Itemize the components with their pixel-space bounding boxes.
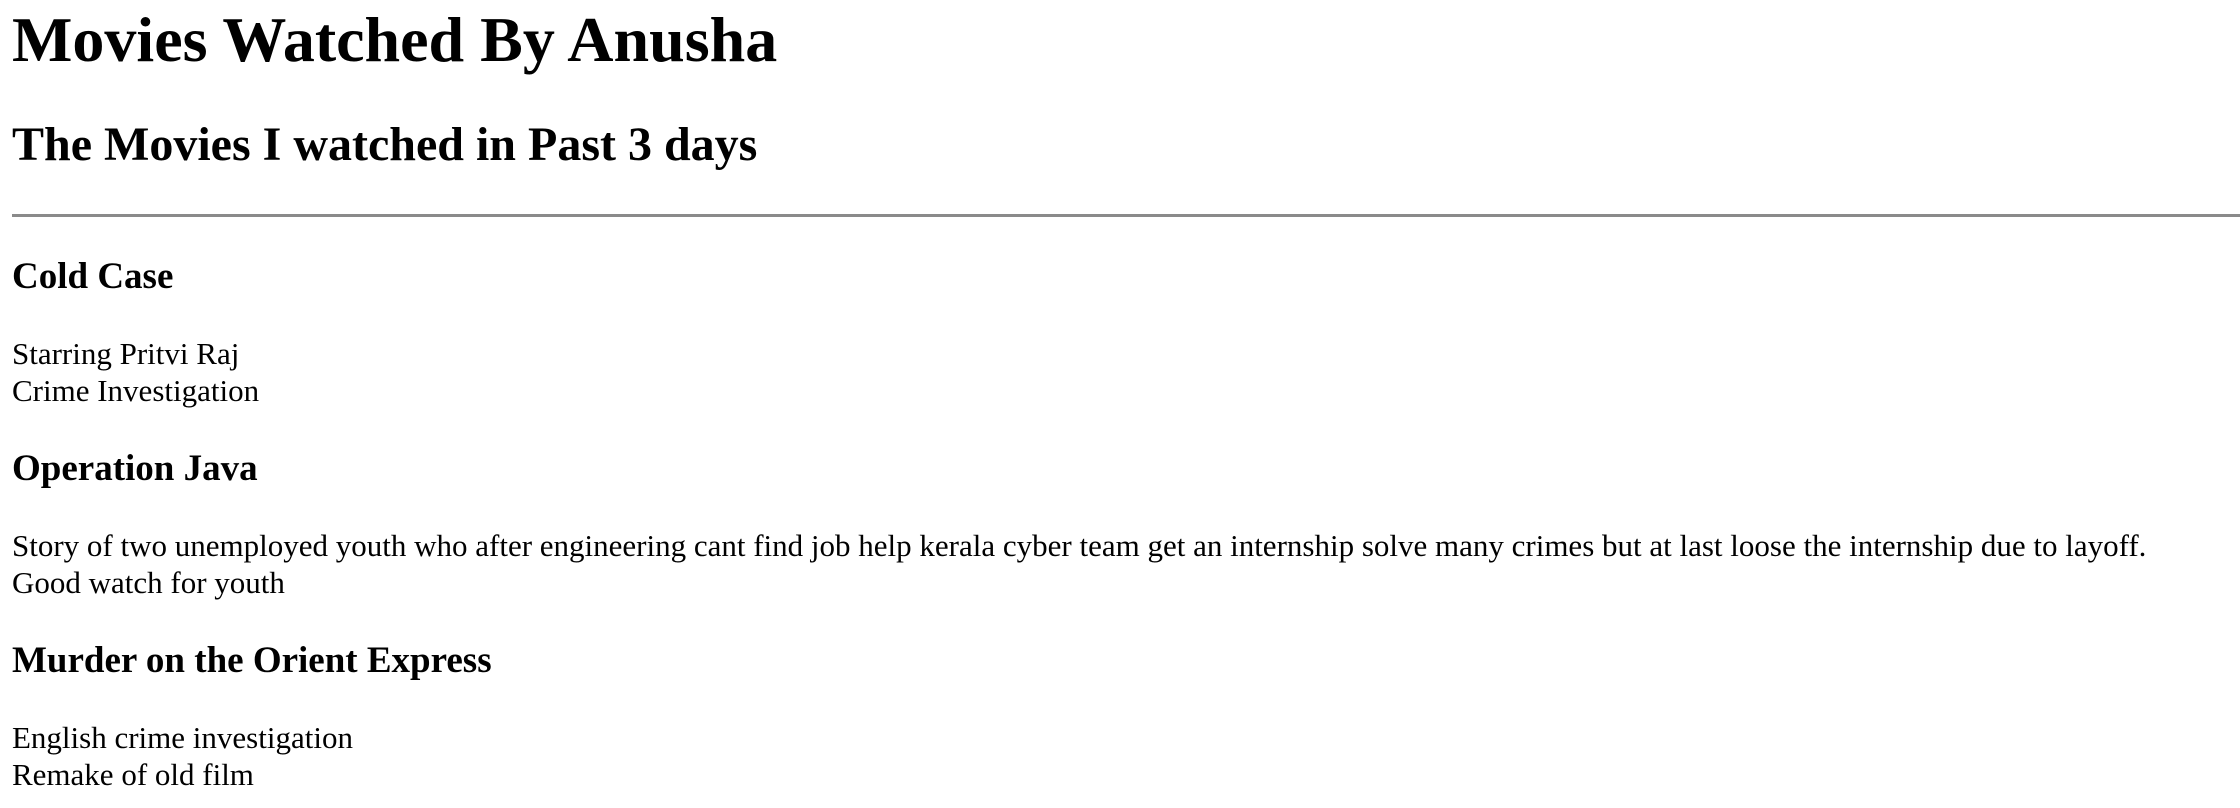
- page-title: Movies Watched By Anusha: [12, 4, 778, 75]
- movie-line: Good watch for youth: [12, 565, 285, 600]
- divider: [12, 214, 2240, 217]
- movie-line: Starring Pritvi Raj: [12, 336, 240, 371]
- movie-title-murder-on-the-orient-express: Murder on the Orient Express: [12, 640, 492, 681]
- movie-line: Remake of old film: [12, 757, 254, 792]
- movie-title-operation-java: Operation Java: [12, 448, 258, 489]
- movie-line: English crime investigation: [12, 720, 353, 755]
- page-subtitle: The Movies I watched in Past 3 days: [12, 118, 758, 171]
- movie-line: Crime Investigation: [12, 373, 260, 408]
- movie-title-cold-case: Cold Case: [12, 256, 174, 297]
- movie-line: Story of two unemployed youth who after …: [12, 528, 2147, 563]
